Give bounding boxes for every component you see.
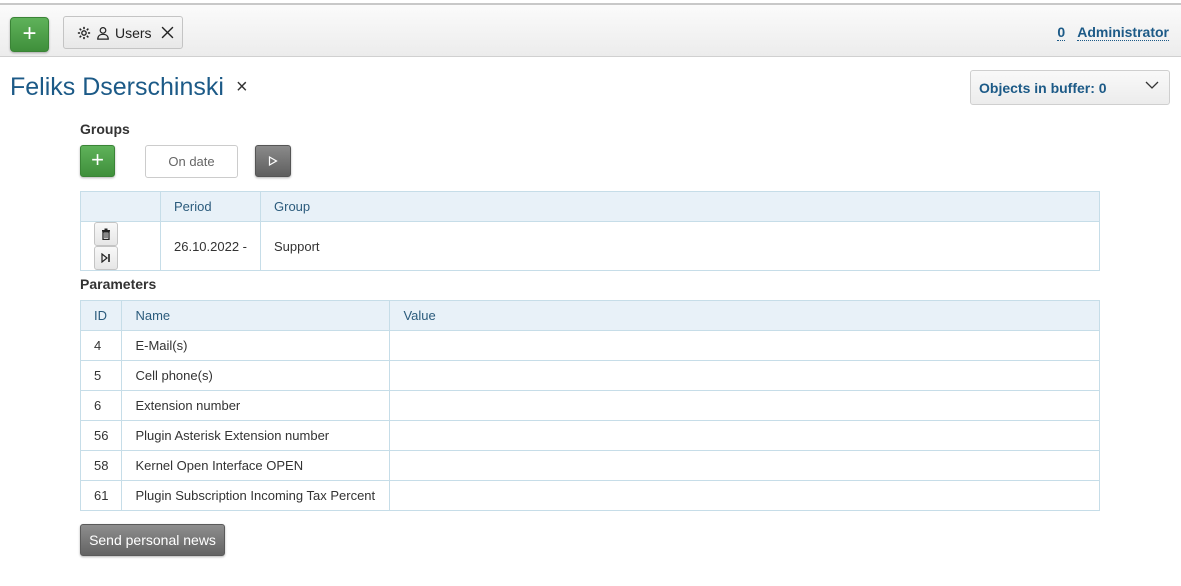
id-cell: 61 [79, 480, 123, 511]
user-icon [97, 26, 109, 40]
tab-label: Users [115, 24, 152, 41]
table-row: 26.10.2022 - Support [80, 221, 1100, 271]
notification-counter[interactable]: 0 [1057, 24, 1066, 41]
parameters-table: ID Name Value 4 E-Mail(s) 5 Cell phone(s… [79, 300, 1100, 511]
id-cell: 56 [79, 420, 123, 451]
table-row[interactable]: 61 Plugin Subscription Incoming Tax Perc… [79, 480, 1100, 511]
send-personal-news-button[interactable]: Send personal news [80, 524, 225, 556]
user-menu-link[interactable]: Administrator [1077, 24, 1169, 41]
value-cell[interactable] [389, 450, 1100, 481]
name-cell: Plugin Subscription Incoming Tax Percent [121, 480, 391, 511]
value-cell[interactable] [389, 390, 1100, 421]
column-header-id: ID [79, 300, 123, 331]
close-icon[interactable] [161, 26, 174, 39]
page-title: Feliks Dserschinski [10, 73, 224, 101]
value-cell[interactable] [389, 420, 1100, 451]
name-cell: Cell phone(s) [121, 360, 391, 391]
gear-icon [77, 26, 91, 39]
column-header [80, 191, 161, 222]
id-cell: 58 [79, 450, 123, 481]
name-cell: E-Mail(s) [121, 330, 391, 361]
add-group-button[interactable]: + [80, 145, 115, 177]
play-icon [268, 156, 278, 166]
period-cell: 26.10.2022 - [160, 221, 261, 271]
chevron-down-icon [1145, 81, 1159, 89]
column-header-value: Value [389, 300, 1100, 331]
on-date-input[interactable] [145, 145, 238, 178]
delete-button[interactable] [94, 222, 118, 246]
name-cell: Kernel Open Interface OPEN [121, 450, 391, 481]
value-cell[interactable] [389, 480, 1100, 511]
apply-date-button[interactable] [255, 145, 291, 177]
column-header-group: Group [260, 191, 1100, 222]
column-header-period: Period [160, 191, 261, 222]
tab-users[interactable]: Users [63, 16, 183, 49]
name-cell: Plugin Asterisk Extension number [121, 420, 391, 451]
value-cell[interactable] [389, 330, 1100, 361]
add-button[interactable]: + [10, 17, 49, 52]
id-cell: 6 [79, 390, 123, 421]
column-header-name: Name [121, 300, 391, 331]
name-cell: Extension number [121, 390, 391, 421]
skip-end-icon [101, 253, 110, 263]
id-cell: 5 [79, 360, 123, 391]
value-cell[interactable] [389, 360, 1100, 391]
groups-table: Period Group 26.10.2022 - Support [80, 191, 1100, 271]
table-row[interactable]: 6 Extension number [79, 390, 1100, 421]
groups-heading: Groups [80, 121, 130, 137]
objects-buffer-dropdown[interactable]: Objects in buffer: 0 [970, 70, 1170, 105]
table-row[interactable]: 58 Kernel Open Interface OPEN [79, 450, 1100, 481]
top-bar: + Users 0 Administrator [0, 3, 1181, 57]
end-period-button[interactable] [94, 246, 118, 270]
buffer-label: Objects in buffer: 0 [979, 79, 1107, 96]
group-cell: Support [260, 221, 1100, 271]
parameters-heading: Parameters [80, 276, 157, 292]
table-row[interactable]: 4 E-Mail(s) [79, 330, 1100, 361]
close-icon[interactable]: × [236, 76, 248, 99]
table-row[interactable]: 5 Cell phone(s) [79, 360, 1100, 391]
table-row[interactable]: 56 Plugin Asterisk Extension number [79, 420, 1100, 451]
id-cell: 4 [79, 330, 123, 361]
trash-icon [102, 228, 110, 240]
